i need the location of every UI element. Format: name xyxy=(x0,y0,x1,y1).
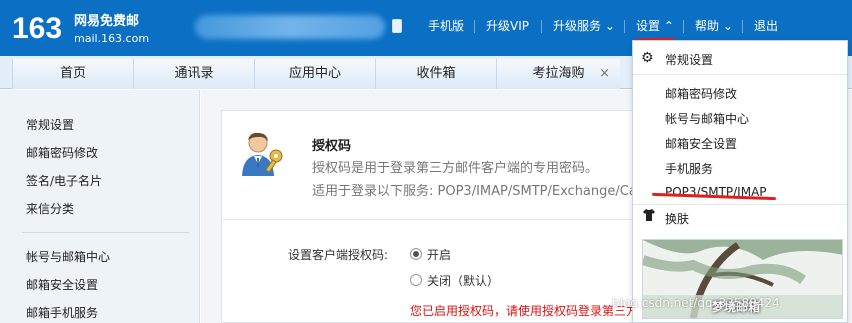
sidebar-item-filter[interactable]: 来信分类 xyxy=(26,202,74,216)
tab-home[interactable]: 首页 xyxy=(12,59,133,89)
card-divider xyxy=(222,219,640,220)
nav-upgrade-service[interactable]: 升级服务 ⌄ xyxy=(553,18,615,34)
dropdown-divider xyxy=(633,74,847,75)
user-key-icon xyxy=(240,130,290,178)
dropdown-item-password[interactable]: 邮箱密码修改 xyxy=(665,85,737,102)
sidebar-item-signature[interactable]: 签名/电子名片 xyxy=(26,174,102,188)
nav-separator xyxy=(541,20,542,33)
auth-code-description: 授权码是用于登录第三方邮件客户端的专用密码。 xyxy=(312,161,599,176)
tshirt-icon xyxy=(642,208,656,225)
dropdown-item-skin[interactable]: 换肤 xyxy=(665,210,689,227)
nav-help[interactable]: 帮助 ⌄ xyxy=(695,18,733,34)
phone-icon[interactable] xyxy=(392,19,402,33)
nav-separator xyxy=(624,20,625,33)
blurred-username xyxy=(195,15,385,39)
tab-app-center[interactable]: 应用中心 xyxy=(254,59,375,89)
chevron-down-icon: ⌄ xyxy=(722,19,733,33)
tab-kaola[interactable]: 考拉海购 × xyxy=(496,59,620,89)
close-icon[interactable]: × xyxy=(599,59,610,88)
nav-separator xyxy=(683,20,684,33)
tab-contacts[interactable]: 通讯录 xyxy=(133,59,254,89)
gear-icon: ⚙ xyxy=(641,50,654,66)
nav-separator xyxy=(742,20,743,33)
nav-mobile-link[interactable]: 手机版 xyxy=(428,18,464,34)
auth-code-services: 适用于登录以下服务: POP3/IMAP/SMTP/Exchange/CardD… xyxy=(312,184,637,199)
sidebar-item-mobile[interactable]: 邮箱手机服务 xyxy=(26,306,98,320)
logo-number[interactable]: 163 xyxy=(12,14,62,44)
chevron-down-icon: ⌄ xyxy=(604,19,615,33)
tab-inbox[interactable]: 收件箱 xyxy=(375,59,496,89)
dropdown-item-general[interactable]: 常规设置 xyxy=(665,51,713,68)
nav-logout[interactable]: 退出 xyxy=(754,18,778,34)
sidebar-item-general[interactable]: 常规设置 xyxy=(26,118,74,132)
auth-code-title: 授权码 xyxy=(312,139,352,154)
auth-enabled-notice: 您已启用授权码，请使用授权码登录第三方客户端 xyxy=(410,304,634,318)
logo-text: 网易免费邮 xyxy=(74,14,140,29)
nav-settings[interactable]: 设置 ⌃ xyxy=(636,18,674,34)
radio-disable-label[interactable]: 关闭（默认） xyxy=(427,272,499,289)
auth-setting-label: 设置客户端授权码: xyxy=(288,248,389,262)
logo-domain: mail.163.com xyxy=(74,32,150,45)
nav-vip-link[interactable]: 升级VIP xyxy=(486,18,529,34)
sidebar-divider xyxy=(22,232,189,233)
radio-disable[interactable] xyxy=(410,274,422,286)
chevron-up-icon: ⌃ xyxy=(663,19,674,33)
radio-enable[interactable] xyxy=(410,248,422,260)
sidebar-item-password[interactable]: 邮箱密码修改 xyxy=(26,146,98,160)
dropdown-item-mobile-service[interactable]: 手机服务 xyxy=(665,160,713,177)
sidebar-item-account-center[interactable]: 帐号与邮箱中心 xyxy=(26,250,110,264)
dropdown-divider xyxy=(633,204,847,205)
dropdown-item-account-center[interactable]: 帐号与邮箱中心 xyxy=(665,110,749,127)
sidebar-item-security[interactable]: 邮箱安全设置 xyxy=(26,278,98,292)
dropdown-item-security[interactable]: 邮箱安全设置 xyxy=(665,135,737,152)
radio-enable-label[interactable]: 开启 xyxy=(427,246,451,263)
watermark: blog.csdn.net/qq_33588424 xyxy=(612,296,780,310)
nav-separator xyxy=(474,20,475,33)
